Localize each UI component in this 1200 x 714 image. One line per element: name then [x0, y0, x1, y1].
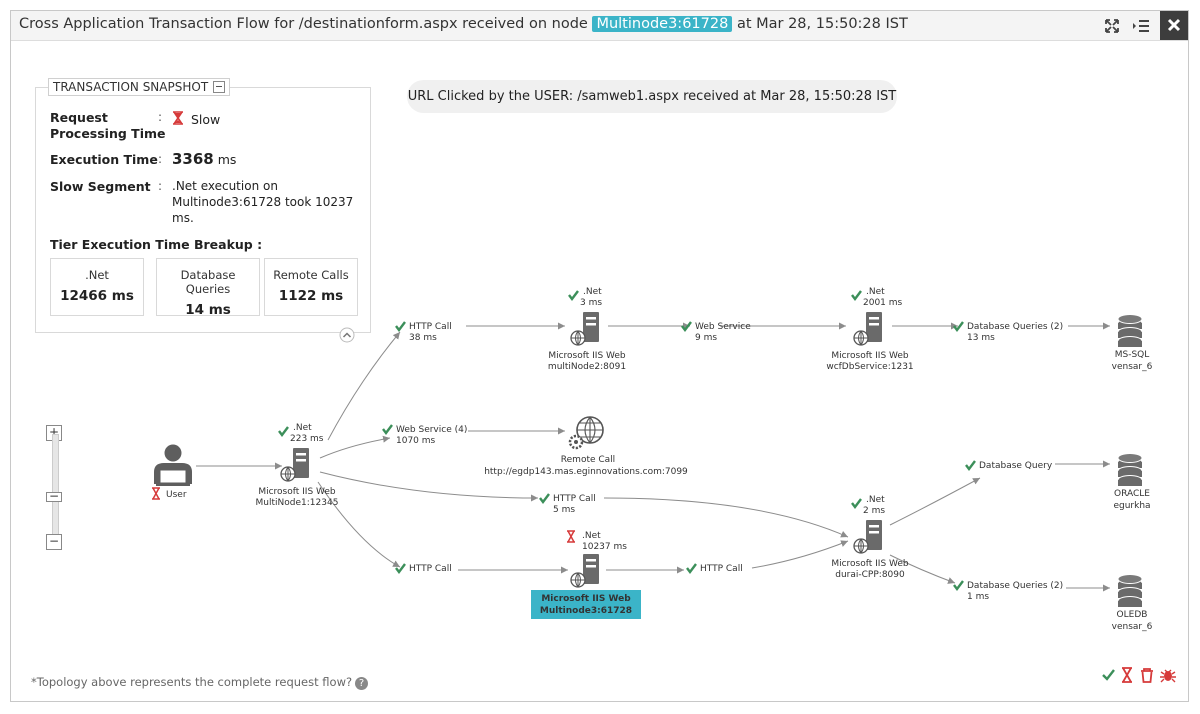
multinode1-name: Microsoft IIS Web: [258, 487, 336, 497]
multinode3-metric-name: .Net: [582, 531, 601, 541]
multinode2-metric-name: .Net: [583, 287, 602, 297]
check-icon: [568, 290, 579, 301]
check-icon: [953, 580, 964, 591]
edge-label-http-1-time: 38 ms: [409, 333, 437, 343]
durai-id: durai-CPP:8090: [835, 570, 905, 580]
durai-server-icon[interactable]: [853, 520, 882, 554]
user-label: User: [166, 490, 187, 500]
oledb-db-icon[interactable]: [1117, 574, 1143, 608]
multinode1-server-icon[interactable]: [280, 448, 309, 482]
edge-label-db-queries-1-time: 13 ms: [967, 333, 995, 343]
check-icon: [953, 321, 964, 332]
user-node[interactable]: [154, 444, 192, 487]
edge-label-db-queries-2-name: Database Queries (2): [967, 581, 1063, 591]
check-icon: [382, 424, 393, 435]
multinode1-metric-name: .Net: [293, 423, 312, 433]
check-icon: [851, 498, 862, 509]
multinode3-metric-value: 10237 ms: [582, 542, 627, 552]
edge-label-web-service-4-time: 1070 ms: [396, 436, 436, 446]
mssql-name: MS-SQL: [1115, 350, 1150, 360]
multinode3-server-icon[interactable]: [570, 554, 599, 588]
multinode1-metric-value: 223 ms: [290, 434, 324, 444]
edge-label-db-queries-2-time: 1 ms: [967, 592, 989, 602]
multinode2-id: multiNode2:8091: [548, 362, 626, 372]
edge-label-db-query-name: Database Query: [979, 461, 1053, 471]
oracle-db-icon[interactable]: [1117, 453, 1143, 487]
edge-label-http-4-name: HTTP Call: [700, 564, 743, 574]
oracle-name: ORACLE: [1114, 489, 1150, 499]
oledb-id: vensar_6: [1112, 622, 1153, 632]
edge-label-web-service-name: Web Service: [695, 322, 751, 332]
multinode3-name: Microsoft IIS Web: [541, 594, 631, 604]
edge-label-web-service-4-name: Web Service (4): [396, 425, 467, 435]
wcf-metric-value: 2001 ms: [863, 298, 903, 308]
mssql-id: vensar_6: [1112, 362, 1153, 372]
edge-label-web-service-time: 9 ms: [695, 333, 717, 343]
check-icon: [539, 493, 550, 504]
check-icon: [278, 426, 289, 437]
hourglass-icon: [567, 530, 575, 543]
remote-call-label: Remote Call: [561, 455, 615, 465]
durai-metric-name: .Net: [866, 495, 885, 505]
multinode1-id: MultiNode1:12345: [256, 498, 339, 508]
durai-name: Microsoft IIS Web: [831, 559, 909, 569]
topology-edges: HTTP Call38 msWeb Service9 msDatabase Qu…: [196, 321, 1110, 602]
wcf-server-icon[interactable]: [853, 312, 882, 346]
edge-label-http-3-name: HTTP Call: [409, 564, 452, 574]
check-icon: [395, 321, 406, 332]
oledb-name: OLEDB: [1117, 610, 1148, 620]
check-icon: [851, 290, 862, 301]
check-icon: [965, 460, 976, 471]
durai-metric-value: 2 ms: [863, 506, 885, 516]
check-icon: [686, 563, 697, 574]
edge-label-http-1-name: HTTP Call: [409, 322, 452, 332]
edge-label-db-queries-1-name: Database Queries (2): [967, 322, 1063, 332]
hourglass-icon: [152, 487, 160, 500]
remote-call-globe-icon[interactable]: [568, 416, 604, 450]
multinode2-server-icon[interactable]: [570, 312, 599, 346]
mssql-db-icon[interactable]: [1117, 314, 1143, 348]
edge-multinode1-ws4: [319, 435, 391, 459]
edge-label-http-2-time: 5 ms: [553, 505, 575, 515]
multinode2-name: Microsoft IIS Web: [548, 351, 626, 361]
wcf-metric-name: .Net: [866, 287, 885, 297]
wcf-id: wcfDbService:1231: [826, 362, 913, 372]
edge-label-http-2-name: HTTP Call: [553, 494, 596, 504]
edge-durai-dbquery: [889, 477, 981, 526]
multinode3-id: Multinode3:61728: [540, 606, 632, 616]
oracle-id: egurkha: [1113, 501, 1150, 511]
wcf-name: Microsoft IIS Web: [831, 351, 909, 361]
remote-call-url: http://egdp143.mas.eginnovations.com:709…: [484, 467, 688, 477]
edge-http-mid-durai: [603, 497, 849, 538]
topology-graph: HTTP Call38 msWeb Service9 msDatabase Qu…: [152, 287, 1153, 632]
multinode2-metric-value: 3 ms: [580, 298, 602, 308]
edge-multinode1-http-top: [327, 331, 401, 441]
